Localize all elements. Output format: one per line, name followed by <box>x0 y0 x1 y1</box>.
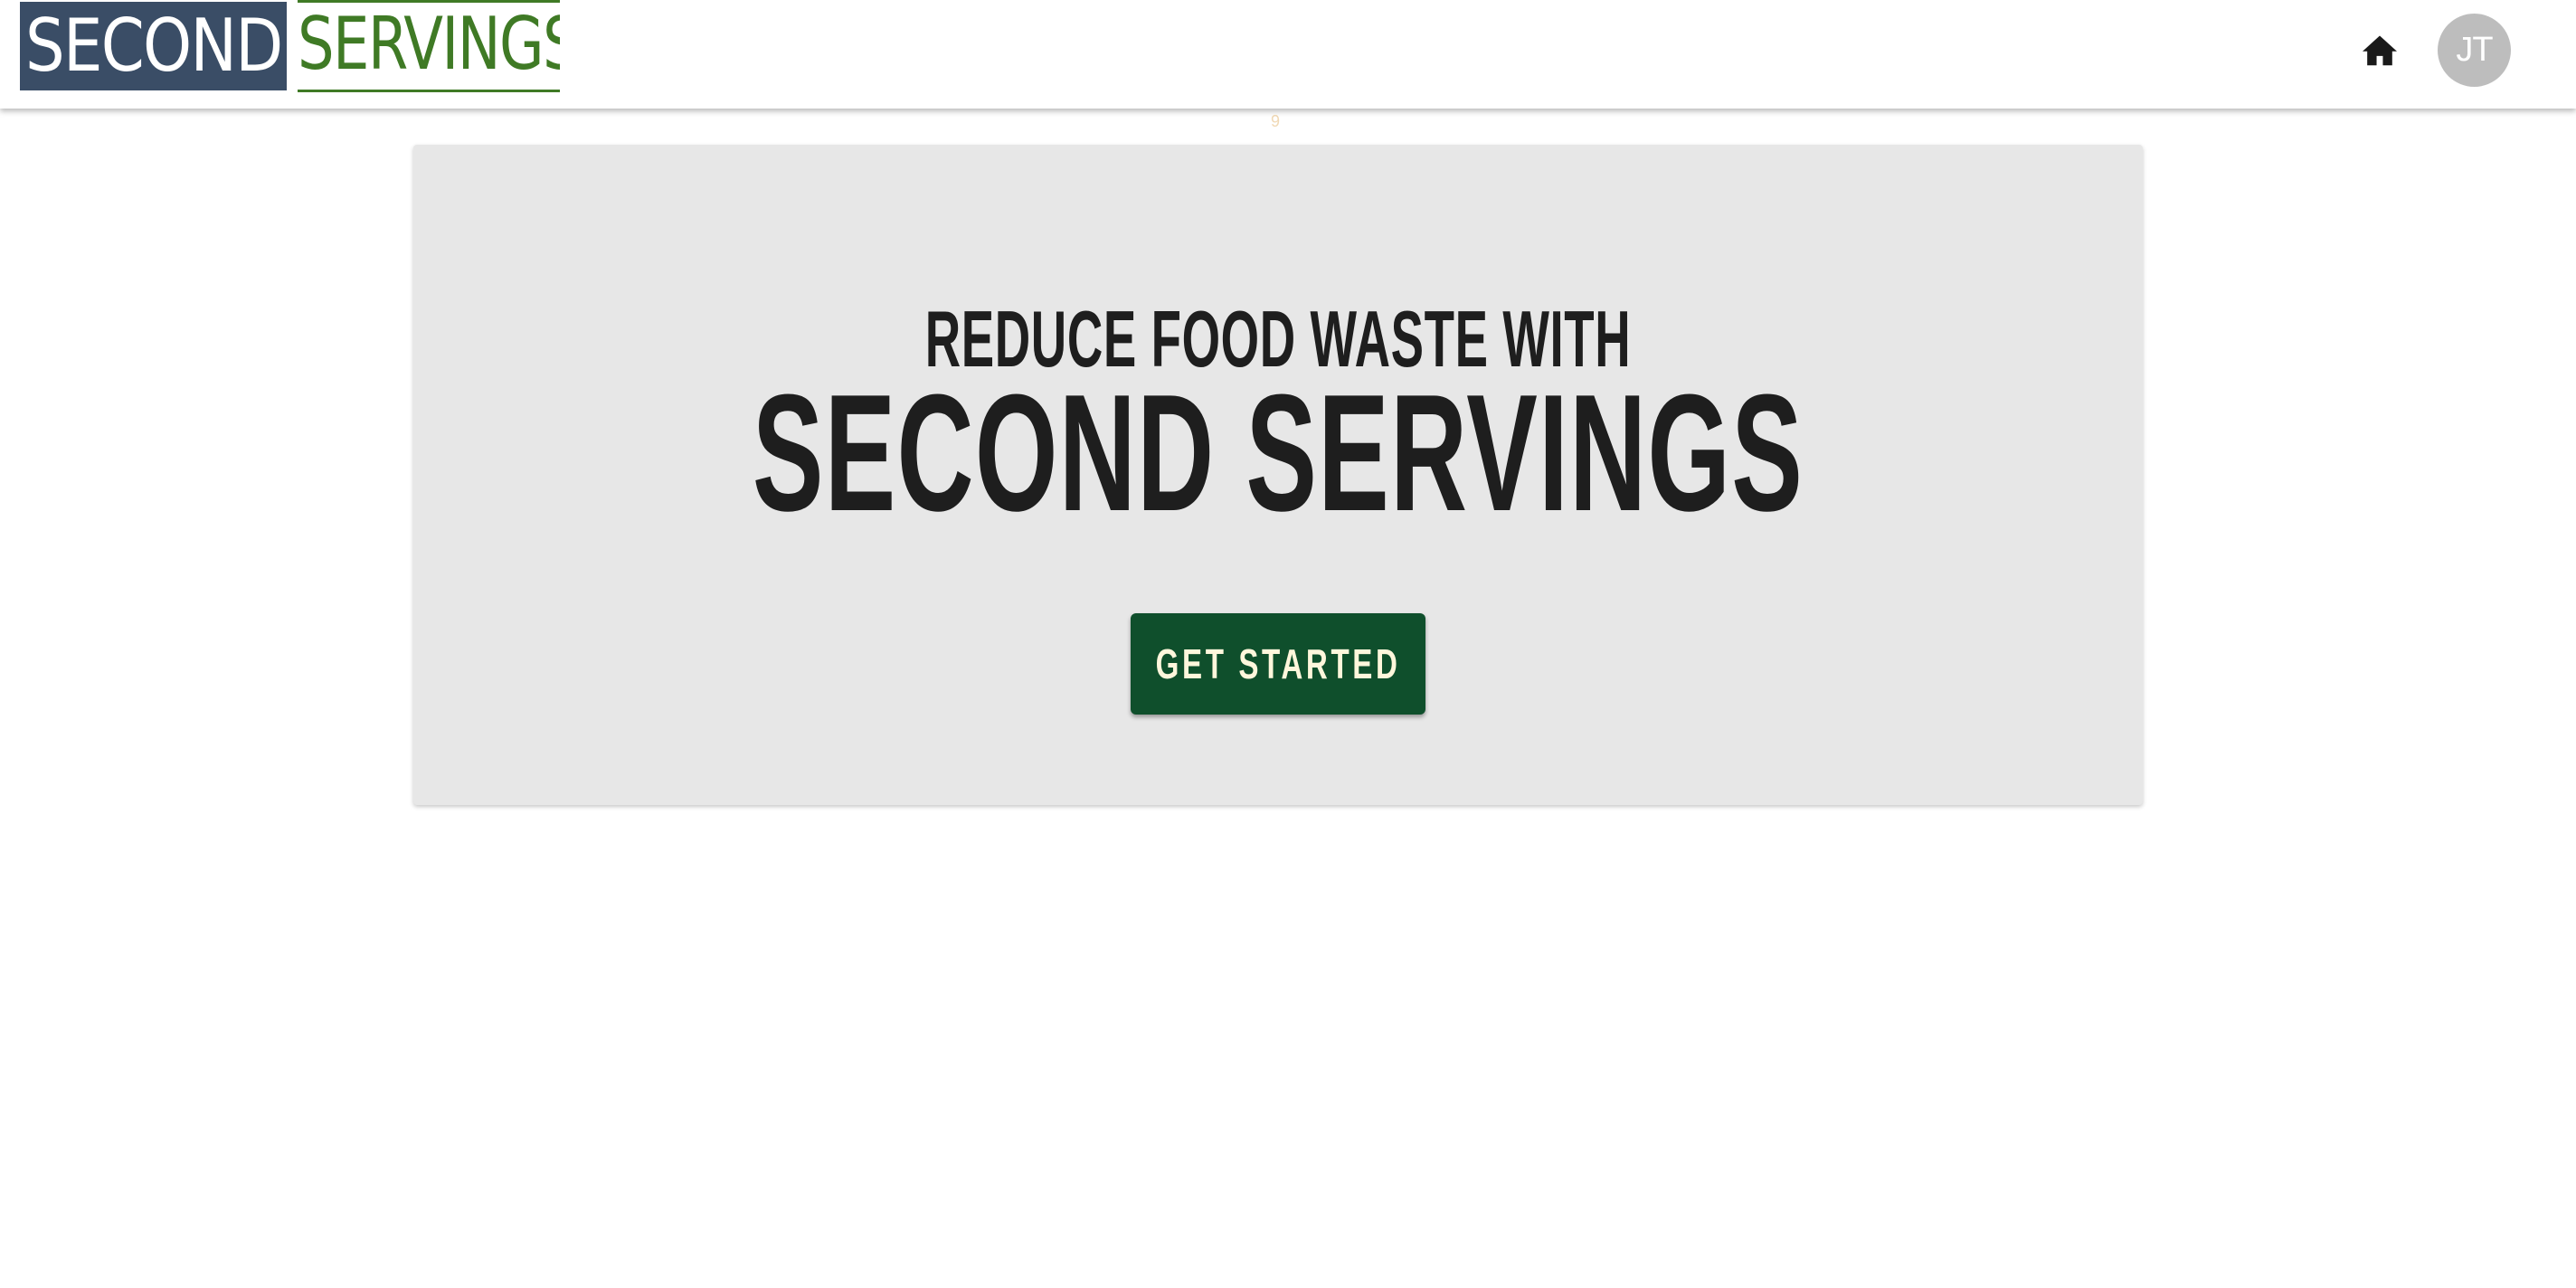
avatar-initials: JT <box>2456 31 2493 69</box>
brand-logo[interactable]: SECOND SERVINGS <box>20 0 560 92</box>
user-avatar[interactable]: JT <box>2438 14 2511 87</box>
stray-glyph: 9 <box>1271 112 1281 130</box>
logo-servings-block: SERVINGS <box>298 0 560 92</box>
get-started-button[interactable]: GET STARTED <box>1131 613 1425 715</box>
app-header: SECOND SERVINGS JT <box>0 0 2576 109</box>
hero-panel: REDUCE FOOD WASTE WITH SECOND SERVINGS G… <box>413 145 2143 805</box>
logo-second-text: SECOND <box>25 4 283 88</box>
logo-servings-text: SERVINGS <box>298 2 560 86</box>
logo-second-block: SECOND <box>20 2 287 90</box>
get-started-label: GET STARTED <box>1155 640 1401 687</box>
home-icon[interactable] <box>2361 33 2399 67</box>
hero-title: SECOND SERVINGS <box>752 359 1804 545</box>
